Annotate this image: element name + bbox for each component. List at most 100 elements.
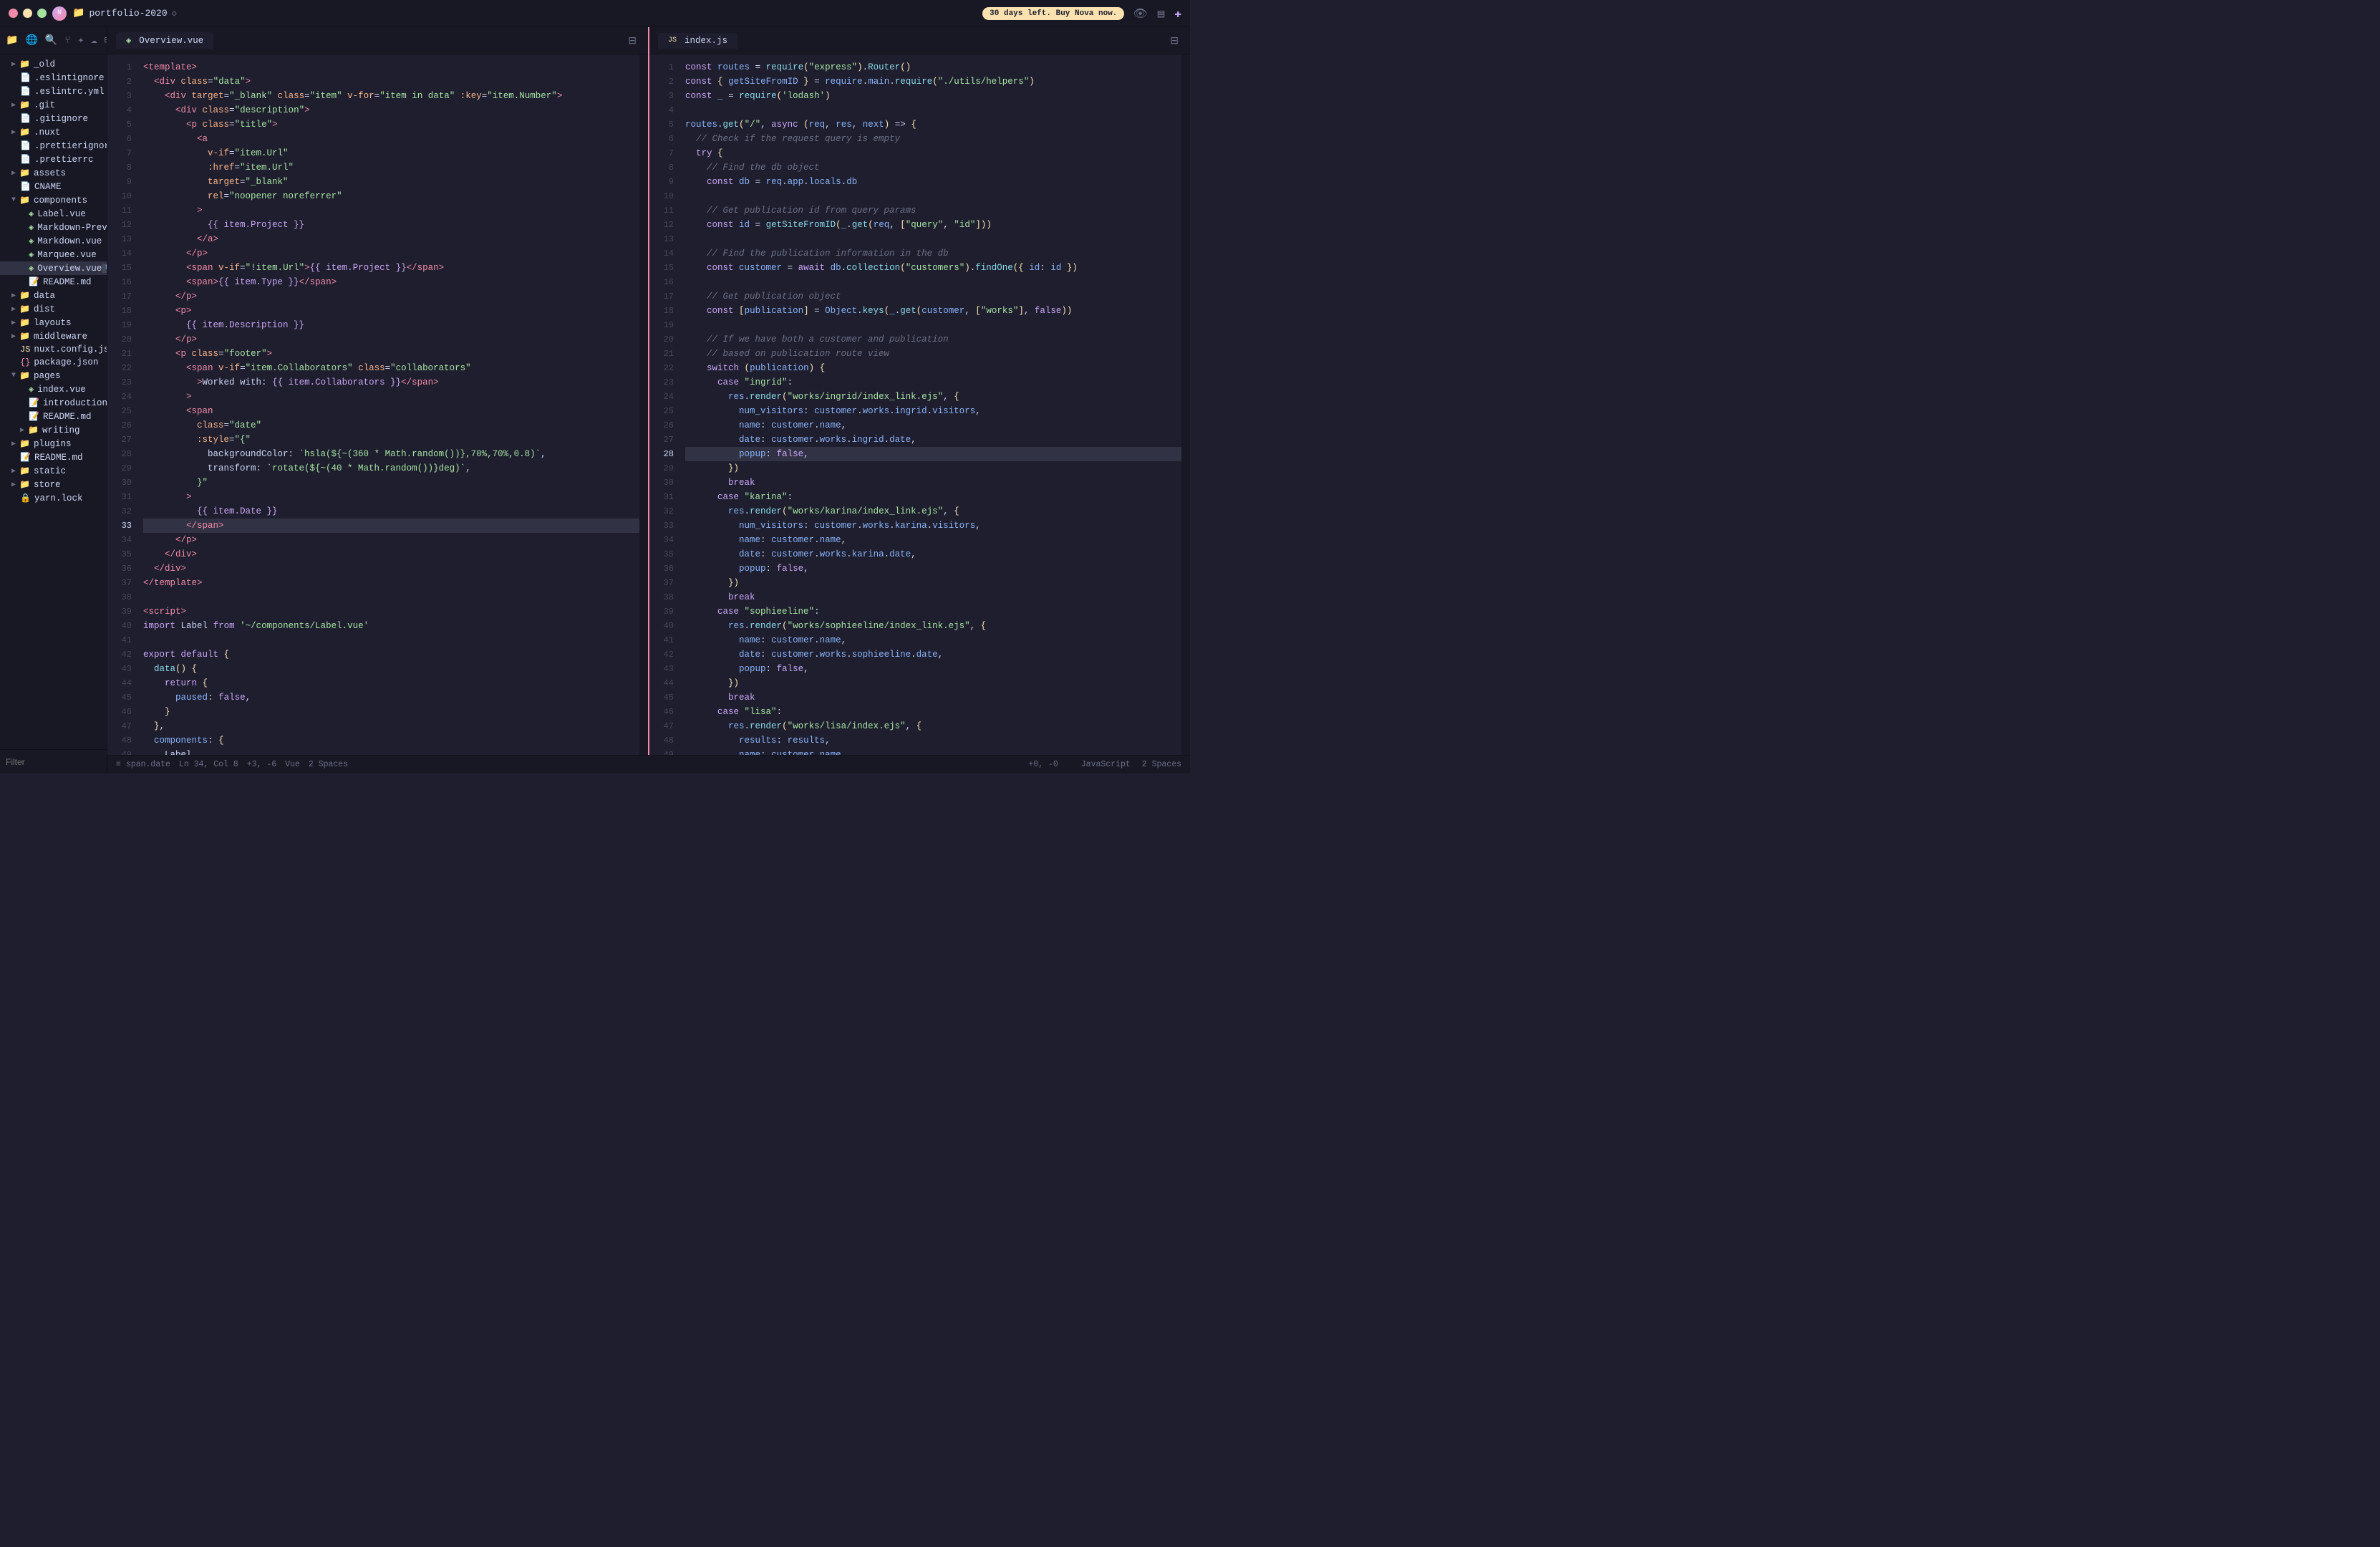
editor-area: ◈ Overview.vue ⊟ 12345678910111213141516… (107, 27, 1190, 774)
sidebar-item-middleware[interactable]: ▶ 📁 middleware (0, 329, 107, 343)
md-file-icon: 📝 (29, 411, 39, 422)
search-toolbar-icon[interactable]: 🔍 (45, 34, 57, 47)
sidebar-item-overview-vue[interactable]: ◈ Overview.vue M (0, 261, 107, 275)
app-icon: N (52, 6, 67, 21)
modified-badge: M (102, 264, 107, 273)
md-file-icon: 📝 (29, 397, 39, 408)
sidebar-item-marquee-vue[interactable]: ◈ Marquee.vue (0, 248, 107, 261)
sidebar-item-assets[interactable]: ▶ 📁 assets (0, 166, 107, 180)
sidebar-item-prettierignore[interactable]: 📄 .prettierignore (0, 139, 107, 153)
layout-icon[interactable]: ▤ (1158, 6, 1165, 21)
nova-badge[interactable]: 30 days left. Buy Nova now. (982, 7, 1124, 20)
titlebar-icons: 👁 ▤ ✚ (1133, 6, 1181, 21)
sidebar: 📁 🌐 🔍 ⑂ ✦ ☁ ⊞ ▶ 📁 _old 📄 .eslintignore 📄 (0, 27, 107, 774)
status-language-left[interactable]: Vue (285, 760, 300, 769)
sidebar-item-store[interactable]: ▶ 📁 store (0, 478, 107, 491)
tab-actions: ⊟ (625, 32, 639, 49)
sidebar-tree: ▶ 📁 _old 📄 .eslintignore 📄 .eslintrc.yml… (0, 54, 107, 749)
folder-icon: 📁 (19, 438, 30, 449)
status-symbol-left[interactable]: ≡ span.date (116, 760, 170, 769)
item-label: plugins (34, 439, 72, 449)
sidebar-item-nuxt[interactable]: ▶ 📁 .nuxt (0, 125, 107, 139)
status-position-right[interactable]: +0, -0 (1028, 760, 1058, 769)
sidebar-item-eslintignore[interactable]: 📄 .eslintignore (0, 71, 107, 85)
code-area-right[interactable]: const routes = require("express").Router… (679, 54, 1181, 755)
sidebar-item-gitignore[interactable]: 📄 .gitignore (0, 112, 107, 125)
chevron-right-icon: ▶ (20, 426, 24, 435)
status-indent-right[interactable]: 2 Spaces (1142, 760, 1181, 769)
sidebar-item-layouts[interactable]: ▶ 📁 layouts (0, 316, 107, 329)
file-icon: 📄 (20, 140, 31, 151)
sidebar-item-data[interactable]: ▶ 📁 data (0, 289, 107, 302)
cloud-toolbar-icon[interactable]: ☁ (91, 34, 97, 47)
sidebar-item-cname[interactable]: 📄 CNAME (0, 180, 107, 193)
item-label: yarn.lock (34, 493, 83, 503)
item-label: README.md (34, 453, 83, 463)
sidebar-item-writing[interactable]: ▶ 📁 writing (0, 423, 107, 437)
item-label: Markdown.vue (37, 236, 102, 246)
folder-icon: 📁 (19, 304, 30, 314)
line-numbers-right: 1234567891011121314151617181920212223242… (649, 54, 679, 755)
sidebar-item-index-vue[interactable]: ◈ index.vue (0, 382, 107, 396)
sidebar-item-plugins[interactable]: ▶ 📁 plugins (0, 437, 107, 450)
sidebar-item-yarn-lock[interactable]: 🔒 yarn.lock (0, 491, 107, 505)
editor-pane-right: JS index.js ⊟ 12345678910111213141516171… (649, 27, 1190, 755)
vue-file-icon: ◈ (29, 249, 34, 260)
sidebar-item-label-vue[interactable]: ◈ Label.vue (0, 207, 107, 221)
sidebar-item-eslintrc[interactable]: 📄 .eslintrc.yml (0, 85, 107, 98)
item-label: static (34, 466, 66, 476)
overview-tab[interactable]: ◈ Overview.vue (116, 32, 213, 49)
right-split-pane-button[interactable]: ⊟ (1167, 32, 1181, 49)
sidebar-item-readme-root[interactable]: 📝 README.md (0, 450, 107, 464)
status-indent-left[interactable]: 2 Spaces (309, 760, 348, 769)
branch-toolbar-icon[interactable]: ⑂ (64, 35, 70, 47)
chevron-right-icon: ▶ (11, 128, 16, 137)
sidebar-item-git[interactable]: ▶ 📁 .git (0, 98, 107, 112)
sidebar-item-markdown-preview[interactable]: ◈ Markdown-Preview.vue (0, 221, 107, 234)
status-bar-left: ≡ span.date Ln 34, Col 8 +3, -6 Vue 2 Sp… (116, 760, 348, 769)
vue-file-icon: ◈ (29, 208, 34, 219)
item-label: .prettierrc (34, 155, 94, 165)
item-label: .eslintrc.yml (34, 87, 105, 97)
code-area-left[interactable]: <template> <div class="data"> <div targe… (137, 54, 639, 755)
sidebar-item-introduction-md[interactable]: 📝 introduction.md (0, 396, 107, 410)
minimize-button[interactable] (23, 9, 32, 18)
titlebar: N 📁 portfolio-2020 ◇ 30 days left. Buy N… (0, 0, 1190, 27)
sidebar-item-dist[interactable]: ▶ 📁 dist (0, 302, 107, 316)
status-selection-left[interactable]: +3, -6 (247, 760, 276, 769)
chevron-right-icon: ▶ (11, 440, 16, 448)
sidebar-item-readme-pages[interactable]: 📝 README.md (0, 410, 107, 423)
sidebar-item-pages[interactable]: ▼ 📁 pages (0, 369, 107, 382)
file-icon: 📄 (20, 86, 31, 97)
sidebar-item-static[interactable]: ▶ 📁 static (0, 464, 107, 478)
editor-panes: ◈ Overview.vue ⊟ 12345678910111213141516… (107, 27, 1190, 755)
sidebar-item-components[interactable]: ▼ 📁 components (0, 193, 107, 207)
eye-icon[interactable]: 👁 (1133, 6, 1147, 21)
magic-toolbar-icon[interactable]: ✦ (78, 34, 84, 47)
split-pane-button[interactable]: ⊟ (625, 32, 639, 49)
plus-icon[interactable]: ✚ (1174, 6, 1181, 21)
sidebar-item-package-json[interactable]: {} package.json (0, 356, 107, 369)
item-label: .nuxt (34, 127, 61, 138)
folder-toolbar-icon[interactable]: 📁 (6, 34, 18, 47)
maximize-button[interactable] (37, 9, 47, 18)
status-language-right[interactable]: JavaScript (1081, 760, 1131, 769)
sidebar-item-nuxt-config[interactable]: JS nuxt.config.js (0, 343, 107, 356)
sidebar-item-markdown-vue[interactable]: ◈ Markdown.vue (0, 234, 107, 248)
sidebar-item-old[interactable]: ▶ 📁 _old (0, 57, 107, 71)
globe-toolbar-icon[interactable]: 🌐 (25, 34, 37, 47)
chevron-down-icon: ▼ (11, 196, 16, 204)
folder-icon: 📁 (19, 127, 30, 138)
chevron-right-icon: ▶ (11, 319, 16, 327)
filter-input[interactable] (6, 757, 107, 767)
status-language-text: Vue (285, 760, 300, 769)
chevron-right-icon: ▶ (11, 332, 16, 341)
status-position-left[interactable]: Ln 34, Col 8 (179, 760, 238, 769)
sidebar-item-readme-components[interactable]: 📝 README.md (0, 275, 107, 289)
chevron-right-icon: ▶ (11, 467, 16, 476)
chevron-right-icon: ▶ (11, 291, 16, 300)
indexjs-tab[interactable]: JS index.js (658, 33, 737, 49)
close-button[interactable] (9, 9, 18, 18)
chevron-down-icon: ▼ (11, 372, 16, 380)
sidebar-item-prettierrc[interactable]: 📄 .prettierrc (0, 153, 107, 166)
